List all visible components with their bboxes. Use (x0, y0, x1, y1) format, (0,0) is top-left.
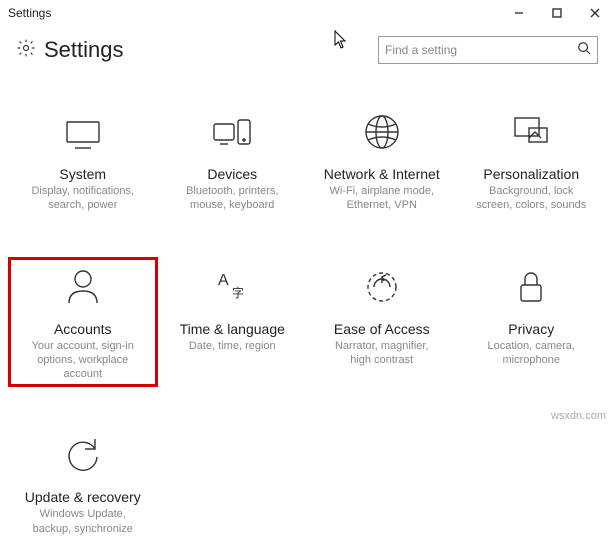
search-input[interactable] (385, 37, 571, 63)
tile-desc: Display, notifications, search, power (31, 184, 134, 213)
tile-desc: Background, lock screen, colors, sounds (476, 184, 586, 213)
time-icon: A字 (208, 263, 256, 311)
network-icon (358, 108, 406, 156)
tile-ease[interactable]: Ease of Access Narrator, magnifier, high… (307, 257, 457, 388)
content-grid: System Display, notifications, search, p… (0, 74, 614, 542)
tile-network[interactable]: Network & Internet Wi-Fi, airplane mode,… (307, 102, 457, 219)
tile-update[interactable]: Update & recovery Windows Update, backup… (8, 425, 158, 542)
update-icon (59, 431, 107, 479)
ease-icon (358, 263, 406, 311)
tile-system[interactable]: System Display, notifications, search, p… (8, 102, 158, 219)
minimize-button[interactable] (500, 0, 538, 26)
watermark: wsxdn.com (551, 410, 606, 422)
tile-desc: Your account, sign-in options, workplace… (32, 339, 134, 382)
tile-label: Network & Internet (324, 166, 440, 182)
tile-label: Accounts (54, 321, 112, 337)
tile-label: Ease of Access (334, 321, 430, 337)
tile-label: Time & language (180, 321, 285, 337)
search-box[interactable] (378, 36, 598, 64)
tile-personalization[interactable]: Personalization Background, lock screen,… (457, 102, 607, 219)
gear-icon (16, 38, 36, 63)
header: Settings (0, 26, 614, 74)
system-icon (59, 108, 107, 156)
page-title: Settings (44, 37, 124, 63)
tile-accounts[interactable]: Accounts Your account, sign-in options, … (8, 257, 158, 388)
tile-desc: Wi-Fi, airplane mode, Ethernet, VPN (329, 184, 434, 213)
tile-label: System (59, 166, 106, 182)
tile-label: Personalization (483, 166, 579, 182)
titlebar: Settings (0, 0, 614, 26)
search-icon (577, 41, 591, 60)
tile-time[interactable]: A字 Time & language Date, time, region (158, 257, 308, 388)
maximize-button[interactable] (538, 0, 576, 26)
tile-label: Update & recovery (25, 489, 141, 505)
tile-privacy[interactable]: Privacy Location, camera, microphone (457, 257, 607, 388)
close-button[interactable] (576, 0, 614, 26)
svg-text:A: A (218, 272, 229, 289)
personalization-icon (507, 108, 555, 156)
accounts-icon (59, 263, 107, 311)
svg-text:字: 字 (232, 285, 244, 300)
tile-desc: Windows Update, backup, synchronize (33, 507, 133, 536)
window-title: Settings (8, 6, 51, 20)
devices-icon (208, 108, 256, 156)
tile-desc: Bluetooth, printers, mouse, keyboard (186, 184, 278, 213)
privacy-icon (507, 263, 555, 311)
tile-label: Devices (207, 166, 257, 182)
tile-desc: Date, time, region (189, 339, 276, 353)
tile-desc: Narrator, magnifier, high contrast (335, 339, 429, 368)
tile-label: Privacy (508, 321, 554, 337)
tile-desc: Location, camera, microphone (488, 339, 575, 368)
tile-devices[interactable]: Devices Bluetooth, printers, mouse, keyb… (158, 102, 308, 219)
